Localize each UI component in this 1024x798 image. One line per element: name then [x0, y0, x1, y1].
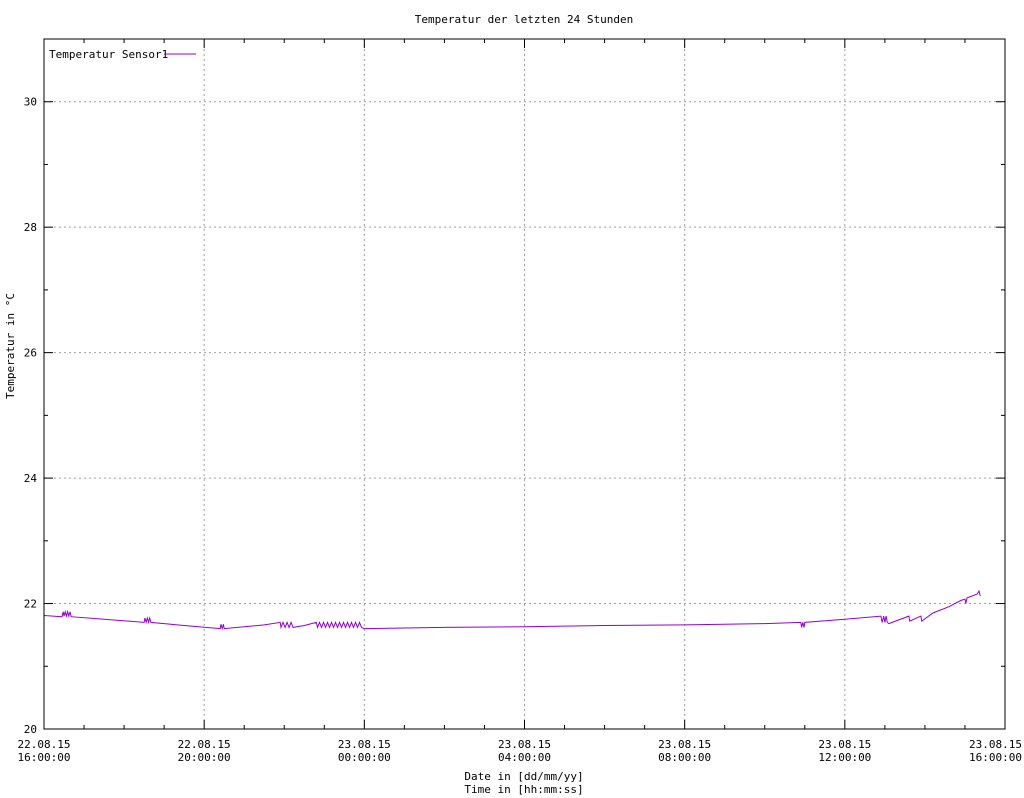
y-tick-label: 28 — [24, 221, 37, 234]
chart-title: Temperatur der letzten 24 Stunden — [415, 13, 634, 26]
x-tick-label-time: 12:00:00 — [818, 751, 871, 764]
line-chart: Temperatur der letzten 24 Stunden 20 22 24… — [4, 13, 1022, 796]
y-tick-label: 30 — [24, 96, 37, 109]
y-axis-ticks: 20 22 24 26 28 30 — [24, 96, 1005, 736]
x-tick-label-date: 23.08.15 — [498, 738, 551, 751]
x-tick-label-date: 22.08.15 — [18, 738, 71, 751]
y-tick-label: 20 — [24, 723, 37, 736]
x-tick-label-date: 23.08.15 — [658, 738, 711, 751]
x-tick-label-date: 23.08.15 — [338, 738, 391, 751]
x-tick-label-time: 04:00:00 — [498, 751, 551, 764]
y-tick-label: 22 — [24, 598, 37, 611]
x-tick-label-date: 23.08.15 — [969, 738, 1022, 751]
x-axis-label-date: Date in [dd/mm/yy] — [464, 770, 583, 783]
x-tick-label-time: 08:00:00 — [658, 751, 711, 764]
x-tick-label-date: 22.08.15 — [178, 738, 231, 751]
x-tick-label-time: 16:00:00 — [18, 751, 71, 764]
legend-label: Temperatur Sensor1 — [49, 48, 168, 61]
y-axis-label: Temperatur in °C — [4, 293, 17, 399]
x-tick-label-time: 20:00:00 — [178, 751, 231, 764]
x-axis-label-time: Time in [hh:mm:ss] — [464, 783, 583, 796]
legend: Temperatur Sensor1 — [49, 48, 196, 61]
y-tick-label: 26 — [24, 347, 37, 360]
x-tick-label-time: 16:00:00 — [969, 751, 1022, 764]
y-tick-label: 24 — [24, 472, 38, 485]
x-axis-ticks: 22.08.1516:00:0022.08.1520:00:0023.08.15… — [18, 39, 1022, 764]
x-tick-label-date: 23.08.15 — [818, 738, 871, 751]
x-tick-label-time: 00:00:00 — [338, 751, 391, 764]
series-line-temperatur-sensor1 — [43, 589, 981, 631]
